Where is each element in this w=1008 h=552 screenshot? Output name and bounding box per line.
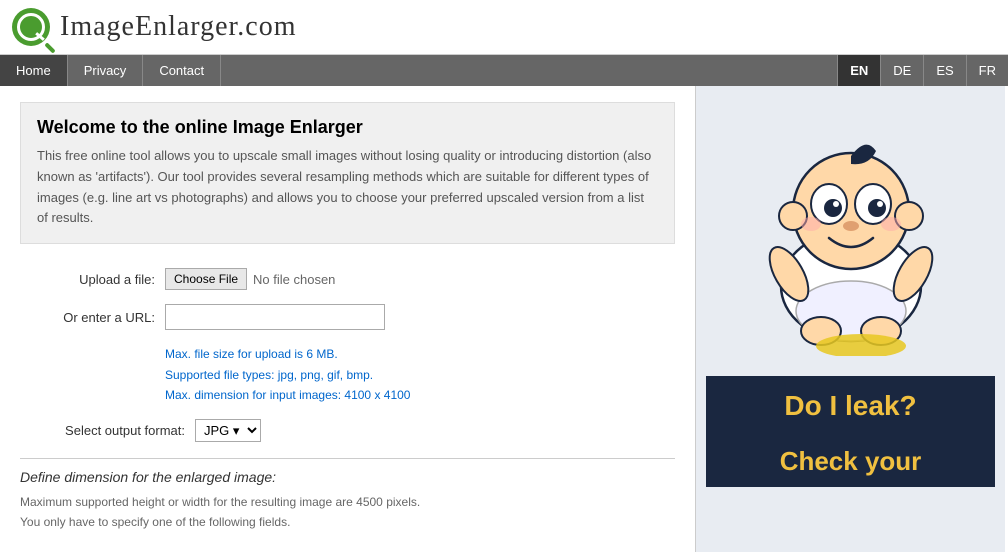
url-input[interactable] <box>165 304 385 330</box>
dimension-desc1: Maximum supported height or width for th… <box>20 493 675 512</box>
format-row: Select output format: JPG ▾ PNG GIF BMP <box>20 419 675 442</box>
url-row: Or enter a URL: <box>20 304 675 330</box>
lang-en[interactable]: EN <box>837 55 880 86</box>
upload-row: Upload a file: Choose File No file chose… <box>20 268 675 290</box>
upload-label: Upload a file: <box>20 272 165 287</box>
welcome-description: This free online tool allows you to upsc… <box>37 146 658 229</box>
lang-de[interactable]: DE <box>880 55 923 86</box>
info-line2: Supported file types: jpg, png, gif, bmp… <box>165 365 675 385</box>
dimension-title: Define dimension for the enlarged image: <box>20 469 675 485</box>
nav-privacy[interactable]: Privacy <box>68 55 144 86</box>
main-area: Welcome to the online Image Enlarger Thi… <box>0 86 1008 552</box>
content-area: Welcome to the online Image Enlarger Thi… <box>0 86 695 552</box>
language-bar: EN DE ES FR <box>837 55 1008 86</box>
choose-file-button[interactable]: Choose File <box>165 268 247 290</box>
format-label: Select output format: <box>20 423 195 438</box>
lang-es[interactable]: ES <box>923 55 965 86</box>
nav-home[interactable]: Home <box>0 55 68 86</box>
sidebar-ad: Do I leak? Check your <box>695 86 1005 552</box>
logo-icon <box>12 8 50 46</box>
info-line3: Max. dimension for input images: 4100 x … <box>165 385 675 405</box>
site-title: ImageEnlarger.com <box>60 11 297 43</box>
lang-fr[interactable]: FR <box>966 55 1008 86</box>
info-line1: Max. file size for upload is 6 MB. <box>165 344 675 364</box>
baby-svg <box>721 116 981 356</box>
baby-illustration <box>711 96 991 376</box>
dimension-desc2: You only have to specify one of the foll… <box>20 513 675 532</box>
ad-bottom-text: Do I leak? <box>706 376 995 436</box>
nav-contact[interactable]: Contact <box>143 55 221 86</box>
welcome-title: Welcome to the online Image Enlarger <box>37 117 658 138</box>
main-nav: Home Privacy Contact EN DE ES FR <box>0 55 1008 86</box>
format-select[interactable]: JPG ▾ PNG GIF BMP <box>195 419 261 442</box>
ad-subtitle: Check your <box>706 436 995 487</box>
url-label: Or enter a URL: <box>20 310 165 325</box>
ad-title: Do I leak? <box>716 390 985 422</box>
site-header: ImageEnlarger.com <box>0 0 1008 55</box>
upload-form: Upload a file: Choose File No file chose… <box>20 264 675 536</box>
info-text: Max. file size for upload is 6 MB. Suppo… <box>165 344 675 405</box>
section-divider <box>20 458 675 459</box>
no-file-text: No file chosen <box>253 272 335 287</box>
welcome-box: Welcome to the online Image Enlarger Thi… <box>20 102 675 244</box>
